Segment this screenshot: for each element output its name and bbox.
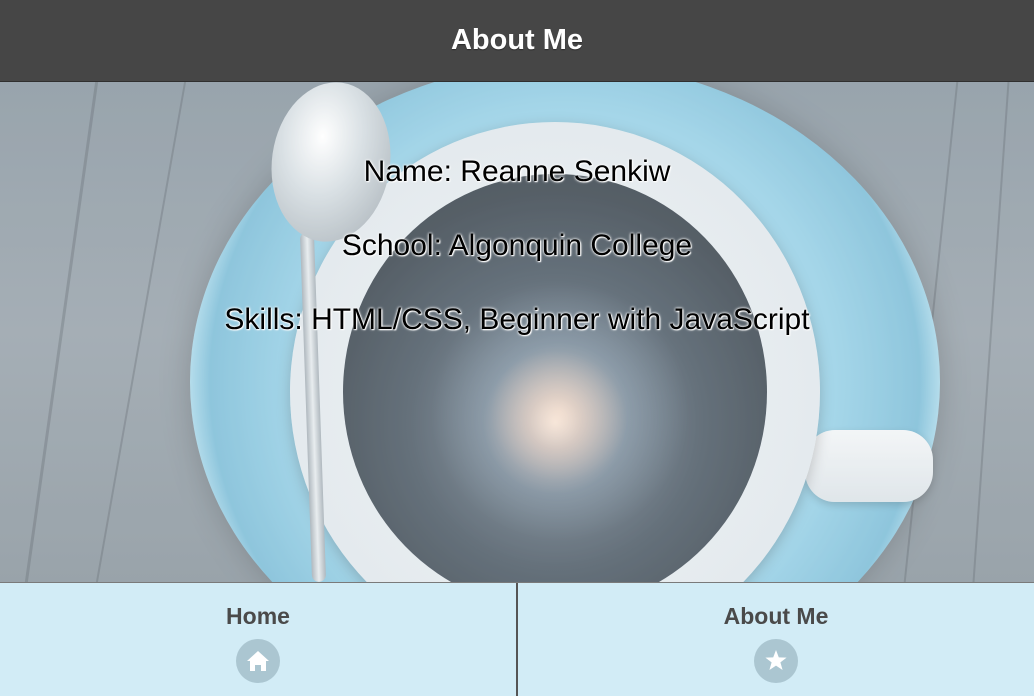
page-header: About Me [0, 0, 1034, 82]
home-icon [236, 639, 280, 683]
profile-info: Name: Reanne Senkiw School: Algonquin Co… [0, 82, 1034, 582]
page-title: About Me [450, 24, 584, 56]
profile-school: School: Algonquin College [341, 229, 693, 262]
tab-home-label: Home [226, 603, 290, 629]
tab-about-me-label: About Me [723, 603, 829, 629]
profile-name: Name: Reanne Senkiw [363, 155, 671, 188]
bottom-tab-bar: Home About Me [0, 582, 1034, 696]
star-icon [754, 639, 798, 683]
profile-skills: Skills: HTML/CSS, Beginner with JavaScri… [224, 303, 810, 336]
tab-about-me[interactable]: About Me [516, 583, 1034, 696]
tab-home[interactable]: Home [0, 583, 516, 696]
content-area: Name: Reanne Senkiw School: Algonquin Co… [0, 82, 1034, 582]
